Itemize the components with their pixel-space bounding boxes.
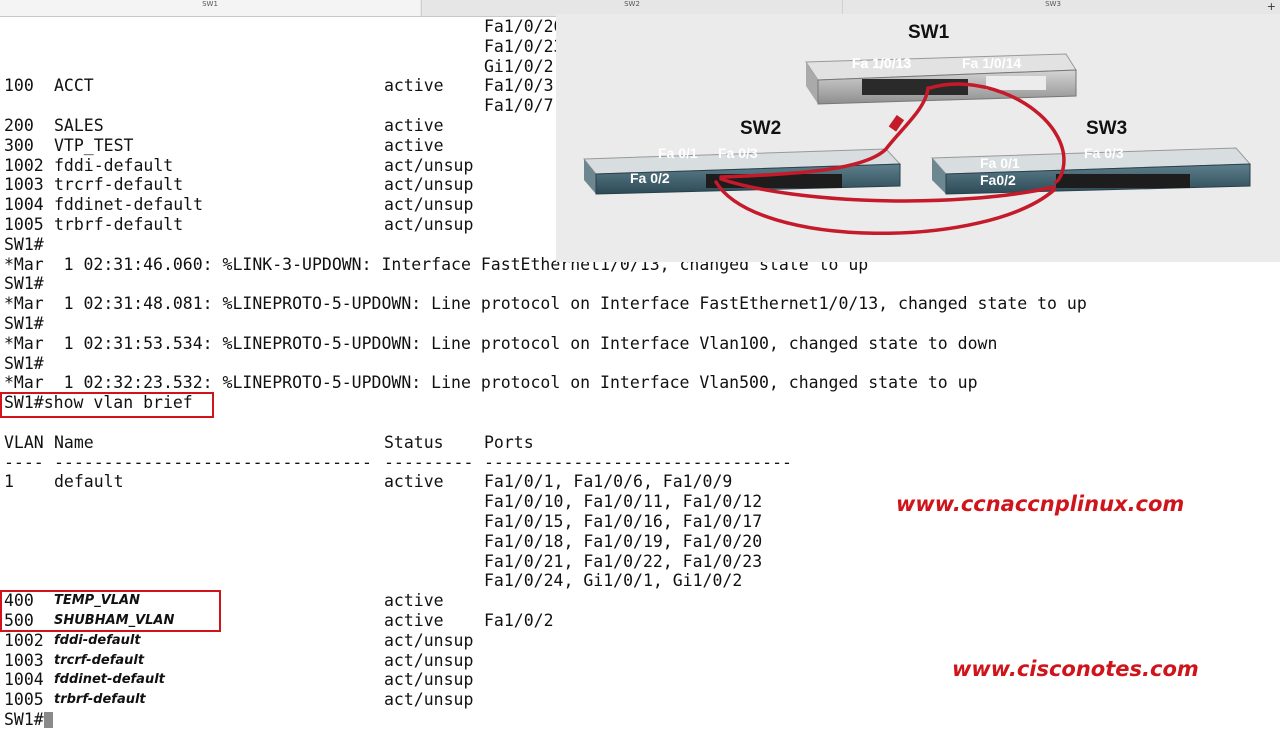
terminal-cell: fddinet-default	[54, 195, 204, 215]
sw1-switch-icon	[805, 53, 1077, 105]
terminal-cell: Fa1/0/24, Gi1/0/1, Gi1/0/2	[484, 571, 743, 591]
terminal-cell: act/unsup	[384, 215, 474, 234]
terminal-cell: 1002	[4, 155, 44, 175]
terminal-cell: -------------------------------	[484, 452, 792, 472]
terminal-cell: trbrf-default	[54, 215, 184, 234]
sw1-label: SW1	[908, 22, 950, 43]
sw1-port-b-label: Fa 1/0/14	[962, 55, 1021, 71]
terminal-cell: active	[384, 116, 444, 135]
watermark-cisconotes: www.cisconotes.com	[952, 657, 1199, 681]
terminal-cell: act/unsup	[384, 650, 474, 670]
terminal-line: SW1#	[4, 234, 44, 254]
terminal-cell: trcrf-default	[54, 175, 184, 195]
terminal-line: SW1#	[4, 274, 44, 294]
terminal-cell: 1003	[4, 175, 44, 195]
terminal-cell: VTP_TEST	[54, 135, 134, 155]
watermark-ccnaccnplinux: www.ccnaccnplinux.com	[896, 492, 1185, 516]
terminal-cell: act/unsup	[384, 155, 474, 175]
highlight-new-vlans	[0, 590, 221, 632]
terminal-line: *Mar 1 02:32:23.532: %LINEPROTO-5-UPDOWN…	[4, 373, 978, 393]
sw2-label: SW2	[740, 118, 781, 139]
terminal-line: *Mar 1 02:31:53.534: %LINEPROTO-5-UPDOWN…	[4, 333, 998, 353]
terminal-cell: act/unsup	[384, 670, 474, 690]
terminal-cell: Fa1/0/2	[484, 611, 554, 630]
sw3-port1-label: Fa 0/1	[980, 155, 1020, 171]
sw2-port1-label: Fa 0/1	[658, 145, 698, 161]
terminal-cell: default	[54, 472, 124, 492]
terminal-cell: fddinet-default	[54, 672, 165, 688]
terminal-cell: Gi1/0/2	[484, 56, 554, 76]
sw3-port3-label: Fa 0/3	[1084, 145, 1124, 161]
terminal-cell: active	[384, 591, 444, 611]
sw2-port2-label: Fa 0/2	[630, 170, 670, 186]
sw3-port2-label: Fa0/2	[980, 172, 1016, 188]
terminal-prompt[interactable]: SW1#	[4, 710, 53, 730]
terminal-cell: --------------------------------	[54, 452, 372, 472]
terminal-cell: Fa1/0/15, Fa1/0/16, Fa1/0/17	[484, 512, 763, 531]
terminal-cell: 1004	[4, 195, 44, 215]
terminal-cell: 100	[4, 76, 34, 96]
terminal-cell: trcrf-default	[54, 652, 145, 668]
terminal-cell: ---------	[384, 452, 474, 472]
terminal-cell: act/unsup	[384, 175, 474, 195]
terminal-cell: VLAN	[4, 432, 44, 452]
terminal-cell: active	[384, 135, 444, 155]
terminal-cursor	[43, 712, 53, 728]
terminal-cell: fddi-default	[54, 632, 141, 648]
terminal-cell: Status	[384, 432, 444, 452]
terminal-cell: Name	[54, 432, 94, 452]
highlight-show-vlan-command	[0, 392, 214, 418]
terminal-cell: Fa1/0/10, Fa1/0/11, Fa1/0/12	[484, 492, 763, 512]
terminal-cell: 1004	[4, 670, 44, 690]
terminal-cell: act/unsup	[384, 690, 474, 710]
sw2-port3-label: Fa 0/3	[718, 145, 758, 161]
terminal-cell: act/unsup	[384, 630, 474, 650]
terminal-cell: active	[384, 611, 444, 630]
terminal-line: SW1#	[4, 353, 44, 373]
terminal-cell: fddi-default	[54, 155, 174, 175]
terminal-cell: ----	[4, 452, 44, 472]
terminal-cell: Fa1/0/1, Fa1/0/6, Fa1/0/9	[484, 472, 733, 492]
terminal-cell: Fa1/0/18, Fa1/0/19, Fa1/0/20	[484, 531, 763, 551]
terminal-cell: active	[384, 76, 444, 96]
terminal-cell: active	[384, 472, 444, 492]
sw3-label: SW3	[1086, 118, 1127, 139]
terminal-cell: 1	[4, 472, 14, 492]
terminal-cell: 1003	[4, 650, 44, 670]
sw1-port-a-label: Fa 1/0/13	[852, 55, 911, 71]
terminal-cell: 1005	[4, 215, 44, 234]
terminal-line: SW1#	[4, 314, 44, 333]
terminal-cell: ACCT	[54, 76, 94, 96]
terminal-cell: trbrf-default	[54, 692, 146, 708]
terminal-cell: SALES	[54, 116, 104, 135]
terminal-cell: act/unsup	[384, 195, 474, 215]
terminal-cell: 1002	[4, 630, 44, 650]
prompt-text: SW1#	[4, 710, 44, 729]
terminal-line: *Mar 1 02:31:48.081: %LINEPROTO-5-UPDOWN…	[4, 294, 1087, 314]
terminal-cell: 1005	[4, 690, 44, 710]
terminal-cell: 200	[4, 116, 34, 135]
topology-diagram: SW1 Fa 1/0/13 Fa 1/0/14 SW2 Fa 0/1 Fa 0/…	[556, 14, 1280, 262]
terminal-cell: 300	[4, 135, 34, 155]
terminal-cell: Fa1/0/21, Fa1/0/22, Fa1/0/23	[484, 551, 763, 571]
terminal-cell: Ports	[484, 432, 534, 452]
